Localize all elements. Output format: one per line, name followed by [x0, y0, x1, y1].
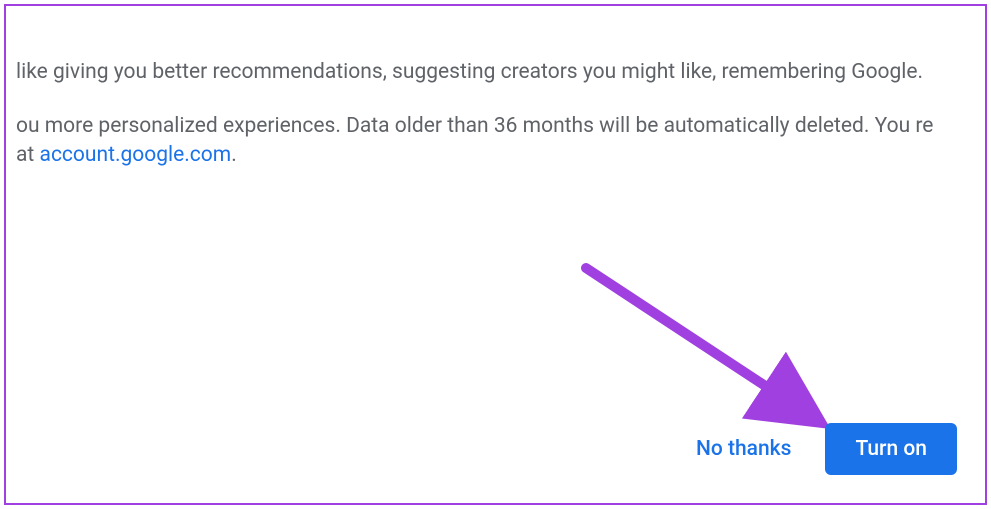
description-text-b: .	[231, 143, 237, 167]
dialog-frame: like giving you better recommendations, …	[4, 4, 987, 505]
no-thanks-button[interactable]: No thanks	[690, 427, 797, 471]
turn-on-button[interactable]: Turn on	[825, 423, 957, 475]
description-paragraph-2: ou more personalized experiences. Data o…	[16, 112, 945, 169]
description-paragraph-1: like giving you better recommendations, …	[16, 58, 945, 86]
dialog-body: like giving you better recommendations, …	[6, 6, 985, 195]
account-link[interactable]: account.google.com	[40, 143, 232, 167]
dialog-actions: No thanks Turn on	[690, 423, 957, 475]
